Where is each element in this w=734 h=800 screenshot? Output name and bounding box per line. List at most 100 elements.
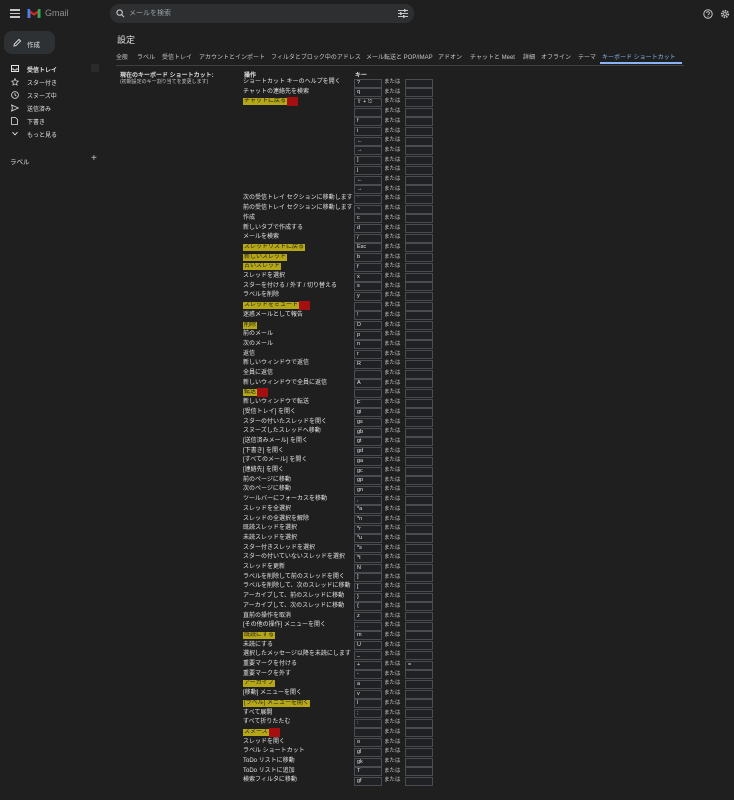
shortcut-alt-key-input[interactable] — [405, 747, 433, 757]
shortcut-alt-key-input[interactable] — [405, 515, 433, 524]
shortcut-key-input[interactable]: y — [354, 291, 382, 301]
shortcut-alt-key-input[interactable] — [405, 641, 433, 651]
shortcut-key-input[interactable]: n — [354, 340, 382, 350]
shortcut-alt-key-input[interactable]: = — [405, 660, 433, 670]
shortcut-alt-key-input[interactable] — [405, 253, 433, 263]
shortcut-alt-key-input[interactable] — [405, 146, 433, 156]
shortcut-key-input[interactable]: z — [354, 612, 382, 621]
shortcut-alt-key-input[interactable] — [405, 117, 433, 127]
shortcut-key-input[interactable]: l — [354, 699, 382, 709]
shortcut-alt-key-input[interactable] — [405, 505, 433, 515]
shortcut-alt-key-input[interactable] — [405, 243, 433, 253]
shortcut-key-input[interactable] — [354, 301, 382, 311]
shortcut-key-input[interactable]: } — [354, 592, 382, 602]
shortcut-alt-key-input[interactable] — [405, 437, 433, 447]
shortcut-key-input[interactable]: + — [354, 660, 382, 670]
shortcut-key-input[interactable]: gf — [354, 776, 382, 786]
shortcut-key-input[interactable]: *t — [354, 553, 382, 563]
shortcut-alt-key-input[interactable] — [405, 88, 433, 98]
shortcut-alt-key-input[interactable] — [405, 262, 433, 272]
shortcut-key-input[interactable]: ga — [354, 456, 382, 466]
shortcut-key-input[interactable]: ← — [354, 175, 382, 185]
shortcut-key-input[interactable] — [354, 388, 382, 398]
shortcut-alt-key-input[interactable] — [405, 456, 433, 466]
shortcut-alt-key-input[interactable] — [405, 738, 433, 748]
shortcut-key-input[interactable]: Esc — [354, 243, 382, 253]
shortcut-alt-key-input[interactable] — [405, 214, 433, 224]
shortcut-alt-key-input[interactable] — [405, 563, 433, 573]
shortcut-key-input[interactable]: d — [354, 224, 382, 233]
shortcut-alt-key-input[interactable] — [405, 544, 433, 554]
shortcut-key-input[interactable]: F — [354, 398, 382, 408]
shortcut-key-input[interactable]: gi — [354, 408, 382, 418]
shortcut-alt-key-input[interactable] — [405, 728, 433, 738]
shortcut-key-input[interactable]: gb — [354, 427, 382, 437]
shortcut-alt-key-input[interactable] — [405, 709, 433, 718]
shortcut-alt-key-input[interactable] — [405, 621, 433, 631]
shortcut-key-input[interactable]: gd — [354, 447, 382, 457]
shortcut-key-input[interactable]: *n — [354, 515, 382, 524]
shortcut-alt-key-input[interactable] — [405, 379, 433, 389]
shortcut-key-input[interactable]: b — [354, 253, 382, 263]
shortcut-key-input[interactable]: { — [354, 602, 382, 612]
shortcut-alt-key-input[interactable] — [405, 282, 433, 292]
shortcut-alt-key-input[interactable] — [405, 233, 433, 243]
shortcut-key-input[interactable]: , — [354, 495, 382, 505]
shortcut-key-input[interactable]: x — [354, 272, 382, 282]
shortcut-alt-key-input[interactable] — [405, 679, 433, 689]
shortcut-alt-key-input[interactable] — [405, 524, 433, 534]
shortcut-alt-key-input[interactable] — [405, 534, 433, 544]
shortcut-key-input[interactable]: *a — [354, 505, 382, 515]
shortcut-key-input[interactable]: gs — [354, 418, 382, 427]
shortcut-alt-key-input[interactable] — [405, 776, 433, 786]
shortcut-key-input[interactable]: *u — [354, 534, 382, 544]
shortcut-alt-key-input[interactable] — [405, 670, 433, 680]
shortcut-key-input[interactable]: ~ — [354, 204, 382, 214]
shortcut-key-input[interactable]: *r — [354, 524, 382, 534]
shortcut-key-input[interactable]: - — [354, 670, 382, 680]
shortcut-key-input[interactable]: D — [354, 321, 382, 330]
shortcut-key-input[interactable]: → — [354, 146, 382, 156]
shortcut-key-input[interactable]: → — [354, 185, 382, 195]
shortcut-key-input[interactable] — [354, 728, 382, 738]
shortcut-alt-key-input[interactable] — [405, 612, 433, 621]
shortcut-alt-key-input[interactable] — [405, 466, 433, 476]
shortcut-key-input[interactable]: / — [354, 233, 382, 243]
shortcut-alt-key-input[interactable] — [405, 718, 433, 728]
shortcut-alt-key-input[interactable] — [405, 476, 433, 486]
shortcut-alt-key-input[interactable] — [405, 272, 433, 282]
shortcut-key-input[interactable]: ! — [354, 311, 382, 321]
shortcut-key-input[interactable]: q — [354, 88, 382, 98]
shortcut-key-input[interactable]: : — [354, 718, 382, 728]
shortcut-alt-key-input[interactable] — [405, 340, 433, 350]
shortcut-key-input[interactable]: A — [354, 379, 382, 389]
shortcut-alt-key-input[interactable] — [405, 185, 433, 195]
shortcut-key-input[interactable]: *s — [354, 544, 382, 554]
shortcut-alt-key-input[interactable] — [405, 127, 433, 136]
shortcut-key-input[interactable]: gc — [354, 466, 382, 476]
shortcut-alt-key-input[interactable] — [405, 631, 433, 641]
shortcut-key-input[interactable]: ] — [354, 156, 382, 166]
shortcut-key-input[interactable]: ← — [354, 136, 382, 146]
shortcut-alt-key-input[interactable] — [405, 165, 433, 175]
shortcut-alt-key-input[interactable] — [405, 553, 433, 563]
shortcut-alt-key-input[interactable] — [405, 699, 433, 709]
shortcut-alt-key-input[interactable] — [405, 602, 433, 612]
shortcut-alt-key-input[interactable] — [405, 136, 433, 146]
shortcut-alt-key-input[interactable] — [405, 291, 433, 301]
shortcut-key-input[interactable]: ` — [354, 194, 382, 204]
shortcut-alt-key-input[interactable] — [405, 757, 433, 767]
shortcut-alt-key-input[interactable] — [405, 350, 433, 360]
shortcut-key-input[interactable]: gt — [354, 437, 382, 447]
shortcut-key-input[interactable]: gn — [354, 485, 382, 495]
shortcut-key-input[interactable]: f — [354, 117, 382, 127]
shortcut-key-input[interactable]: gp — [354, 476, 382, 486]
shortcut-key-input[interactable]: ] — [354, 573, 382, 583]
shortcut-alt-key-input[interactable] — [405, 204, 433, 214]
shortcut-alt-key-input[interactable] — [405, 447, 433, 457]
shortcut-key-input[interactable]: [ — [354, 582, 382, 592]
shortcut-alt-key-input[interactable] — [405, 97, 433, 107]
shortcut-alt-key-input[interactable] — [405, 408, 433, 418]
shortcut-key-input[interactable]: gl — [354, 747, 382, 757]
shortcut-key-input[interactable]: T — [354, 767, 382, 777]
